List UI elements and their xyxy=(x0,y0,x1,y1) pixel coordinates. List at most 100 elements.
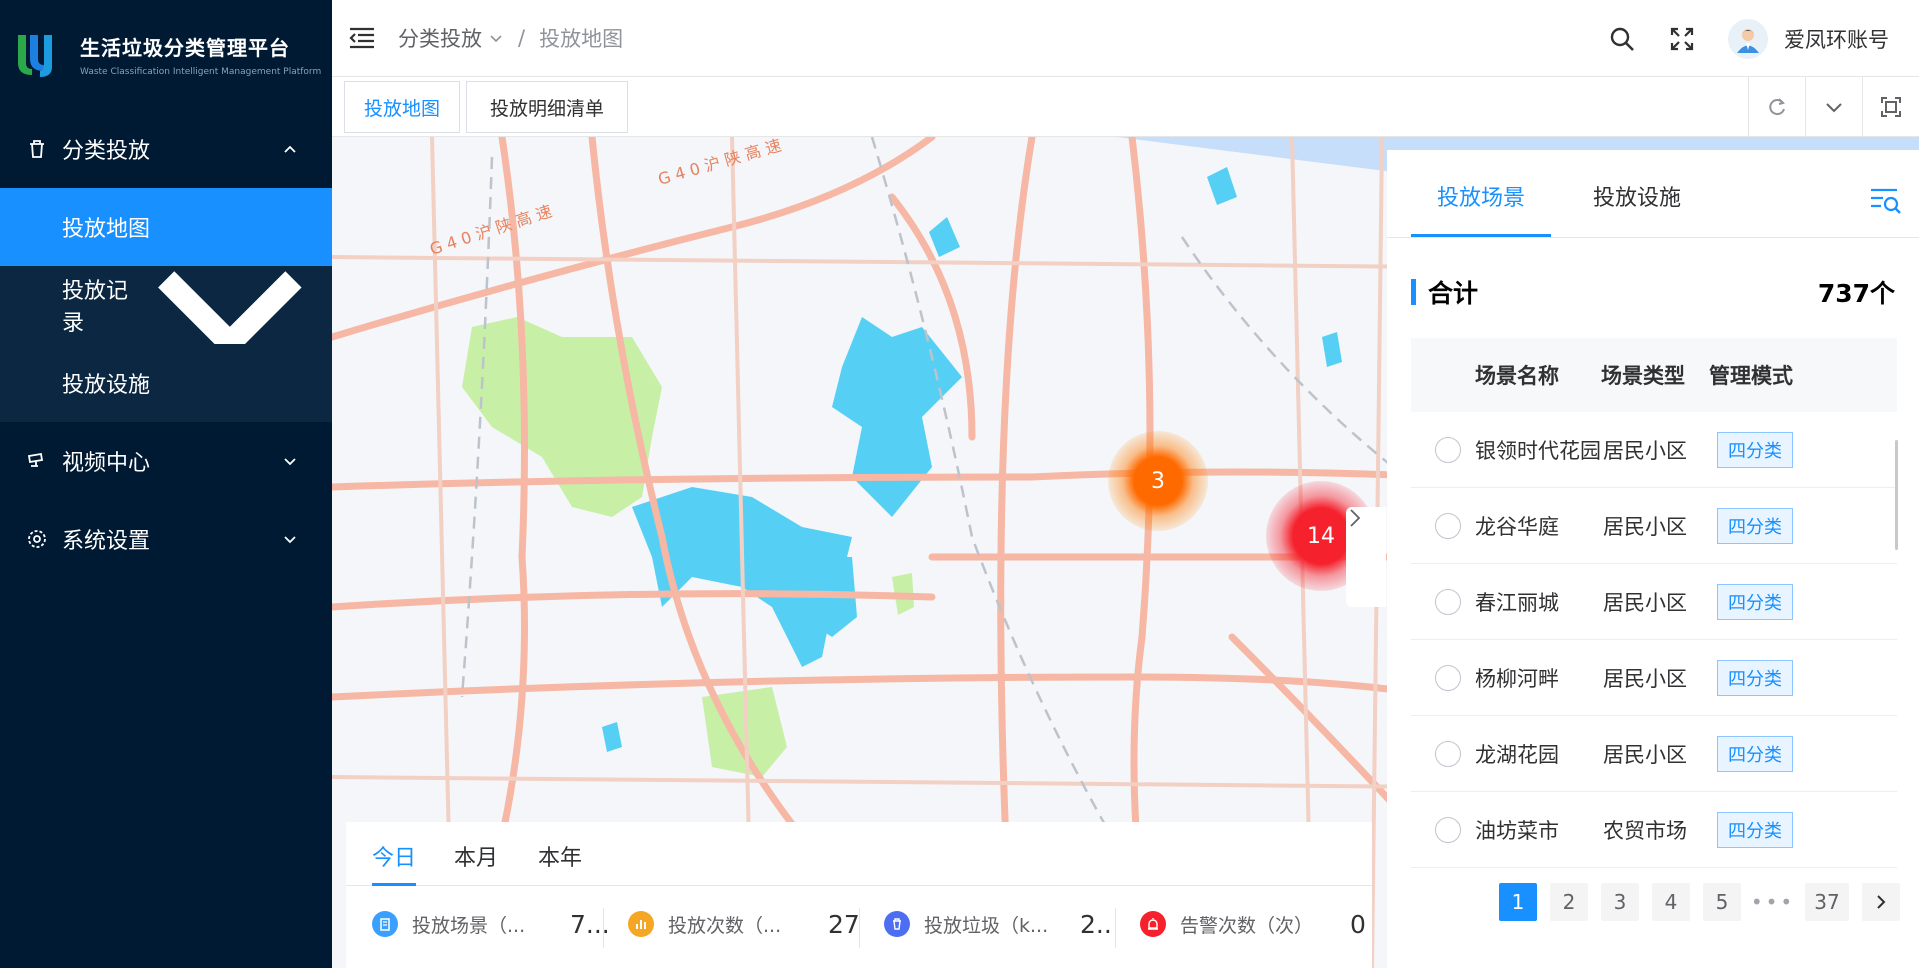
total-value: 737个 xyxy=(1817,279,1895,308)
chevron-down-icon xyxy=(1826,103,1842,113)
search-icon[interactable] xyxy=(1608,25,1636,53)
tab-year[interactable]: 本年 xyxy=(538,840,582,872)
row-radio[interactable] xyxy=(1435,512,1461,539)
chevron-down-icon xyxy=(284,536,296,544)
stat-value: 27 xyxy=(828,909,860,939)
road-label: G 4 0 沪 陕 高 速 xyxy=(427,201,554,258)
building-icon xyxy=(372,911,398,937)
tab-facilities[interactable]: 投放设施 xyxy=(1593,180,1681,212)
mode-tag: 四分类 xyxy=(1717,583,1793,620)
row-radio[interactable] xyxy=(1435,436,1461,463)
page-ellipsis[interactable]: ••• xyxy=(1751,883,1792,921)
page-button-last[interactable]: 37 xyxy=(1805,883,1849,921)
scene-name: 龙谷华庭 xyxy=(1475,514,1559,539)
row-radio[interactable] xyxy=(1435,588,1461,615)
filter-search-icon[interactable] xyxy=(1869,186,1901,214)
table-header: 场景名称 场景类型 管理模式 xyxy=(1411,338,1897,412)
breadcrumb-item[interactable]: 分类投放 xyxy=(398,23,482,53)
column-header: 场景名称 xyxy=(1475,364,1559,388)
total-row: 合计 737个 xyxy=(1411,272,1895,312)
refresh-button[interactable] xyxy=(1748,77,1805,137)
page-button[interactable]: 4 xyxy=(1652,883,1690,921)
row-radio[interactable] xyxy=(1435,664,1461,691)
maximize-icon xyxy=(1881,97,1901,117)
table-row[interactable]: 龙湖花园 居民小区 四分类 xyxy=(1411,716,1897,792)
alarm-icon xyxy=(1140,911,1166,937)
stat-item: 投放垃圾（k... 2.. xyxy=(884,904,1112,944)
sidebar-item-facilities[interactable]: 投放设施 xyxy=(0,344,332,422)
tab-map[interactable]: 投放地图 xyxy=(344,81,460,133)
tab-month[interactable]: 本月 xyxy=(454,840,498,872)
chevron-down-icon xyxy=(284,458,296,466)
row-radio[interactable] xyxy=(1435,816,1461,843)
scene-table: 银领时代花园 居民小区 四分类 龙谷华庭 居民小区 四分类 春江丽城 居民小区 … xyxy=(1411,412,1897,868)
breadcrumb: 分类投放 / 投放地图 xyxy=(398,23,623,53)
tab-scenes[interactable]: 投放场景 xyxy=(1437,180,1525,212)
row-radio[interactable] xyxy=(1435,740,1461,767)
stats-panel: 今日 本月 本年 投放场景（... 7... 投放次数（... 27 投放垃圾（… xyxy=(346,822,1372,968)
map-cluster-marker[interactable]: 3 xyxy=(1108,431,1208,531)
sidebar: 生活垃圾分类管理平台 Waste Classification Intellig… xyxy=(0,0,332,968)
page-button[interactable]: 3 xyxy=(1601,883,1639,921)
avatar[interactable] xyxy=(1728,18,1768,59)
menu-label: 视频中心 xyxy=(62,451,151,476)
trash-icon xyxy=(884,911,910,937)
table-row[interactable]: 春江丽城 居民小区 四分类 xyxy=(1411,564,1897,640)
breadcrumb-separator: / xyxy=(518,26,526,50)
stat-value: 2.. xyxy=(1080,909,1112,939)
menu-item-video[interactable]: 视频中心 xyxy=(0,422,332,500)
pagination: 1 2 3 4 5 ••• 37 xyxy=(1499,882,1913,922)
table-row[interactable]: 龙谷华庭 居民小区 四分类 xyxy=(1411,488,1897,564)
panel-collapse-toggle[interactable] xyxy=(1346,507,1386,607)
table-row[interactable]: 油坊菜市 农贸市场 四分类 xyxy=(1411,792,1897,868)
mode-tag: 四分类 xyxy=(1717,659,1793,696)
username[interactable]: 爱凤环账号 xyxy=(1784,24,1889,54)
sidebar-item-records[interactable]: 投放记录 xyxy=(0,266,332,360)
table-row[interactable]: 杨柳河畔 居民小区 四分类 xyxy=(1411,640,1897,716)
camera-icon xyxy=(27,452,44,467)
chevron-right-icon xyxy=(1877,895,1886,909)
total-label: 合计 xyxy=(1428,279,1479,308)
road-label: G 4 0 沪 陕 高 速 xyxy=(656,137,784,189)
stat-label: 告警次数（次） xyxy=(1180,914,1314,937)
table-scrollbar[interactable] xyxy=(1895,440,1898,550)
table-row[interactable]: 银领时代花园 居民小区 四分类 xyxy=(1411,412,1897,488)
stat-label: 投放次数（... xyxy=(668,914,782,937)
column-header: 管理模式 xyxy=(1709,364,1793,388)
brand-subtitle: Waste Classification Intelligent Managem… xyxy=(80,66,322,77)
stat-value: 0 xyxy=(1350,909,1366,939)
brand: 生活垃圾分类管理平台 Waste Classification Intellig… xyxy=(0,0,332,108)
menu-item-sorting[interactable]: 分类投放 xyxy=(0,110,332,188)
brand-title: 生活垃圾分类管理平台 xyxy=(80,35,290,60)
page-button[interactable]: 1 xyxy=(1499,883,1537,921)
menu-item-settings[interactable]: 系统设置 xyxy=(0,500,332,578)
refresh-icon xyxy=(1769,98,1785,116)
mode-tag: 四分类 xyxy=(1717,735,1793,772)
user-avatar-icon xyxy=(1737,28,1759,53)
stat-item: 告警次数（次） 0 xyxy=(1140,904,1368,944)
menu-fold-icon[interactable] xyxy=(348,26,376,50)
scene-panel: 投放场景 投放设施 合计 737个 场景名称 场景类型 管理模式 银领时代花园 … xyxy=(1387,150,1919,968)
scene-type: 居民小区 xyxy=(1603,590,1687,615)
tab-ink-bar xyxy=(1411,234,1551,237)
fullscreen-icon[interactable] xyxy=(1668,25,1696,53)
trash-icon xyxy=(30,140,44,158)
page-button[interactable]: 5 xyxy=(1703,883,1741,921)
scene-type: 居民小区 xyxy=(1603,742,1687,767)
scene-type: 农贸市场 xyxy=(1603,818,1687,843)
scene-name: 龙湖花园 xyxy=(1475,742,1559,767)
chevron-right-icon xyxy=(1350,509,1361,527)
tab-today[interactable]: 今日 xyxy=(372,840,416,872)
menu-label: 分类投放 xyxy=(62,139,151,164)
divider xyxy=(859,908,860,948)
page-button[interactable]: 2 xyxy=(1550,883,1588,921)
mode-tag: 四分类 xyxy=(1717,507,1793,544)
mode-tag: 四分类 xyxy=(1717,431,1793,468)
mode-tag: 四分类 xyxy=(1717,811,1793,848)
total-accent-bar xyxy=(1411,279,1416,305)
next-page-button[interactable] xyxy=(1862,883,1900,921)
maximize-button[interactable] xyxy=(1862,77,1919,137)
tab-detail-list[interactable]: 投放明细清单 xyxy=(466,81,628,133)
tabs-dropdown-button[interactable] xyxy=(1805,77,1862,137)
tab-label: 投放明细清单 xyxy=(489,97,604,120)
